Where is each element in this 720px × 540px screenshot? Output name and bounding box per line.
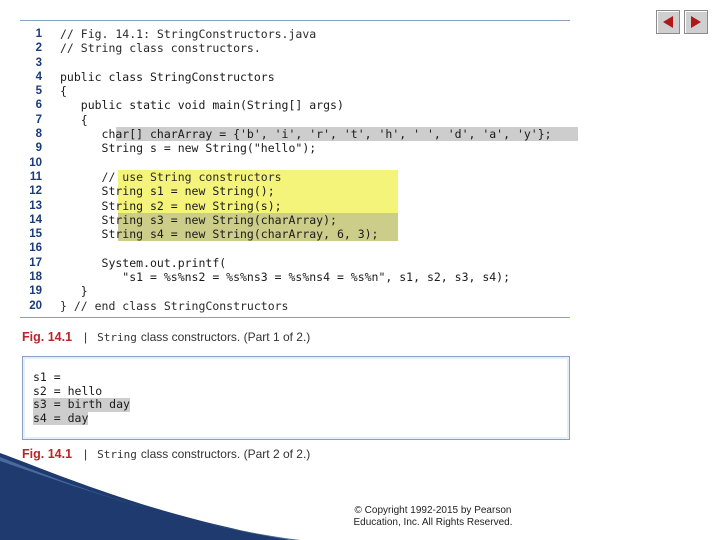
code-text: // Fig. 14.1: StringConstructors.java: [60, 27, 317, 41]
code-text: }: [60, 284, 88, 299]
code-text: System.out.printf(: [60, 255, 227, 270]
code-line: 9 String s = new String("hello");: [20, 141, 570, 155]
code-line: 4 public class StringConstructors: [20, 70, 570, 84]
previous-slide-button[interactable]: [656, 10, 680, 34]
left-arrow-icon: [663, 16, 673, 28]
code-line: 6 public static void main(String[] args): [20, 98, 570, 112]
code-text: // use String constructors: [60, 169, 282, 184]
code-line: 10: [20, 156, 570, 170]
line-number: 14: [29, 213, 42, 226]
output-line: s2 = hello: [33, 383, 103, 398]
code-line: 11 // use String constructors: [20, 169, 570, 185]
line-number: 12: [29, 185, 42, 198]
code-line: 20 } // end class StringConstructors: [20, 299, 570, 313]
code-text: public static void main(String[] args): [60, 98, 344, 113]
code-divider: [20, 316, 570, 318]
code-text: } // end class StringConstructors: [60, 298, 289, 313]
line-number: 16: [29, 242, 42, 255]
line-number: 18: [29, 271, 42, 284]
figure-caption-part1: Fig. 14.1 | String class constructors. (…: [22, 330, 310, 344]
caption-text: class constructors. (Part 1 of 2.): [140, 330, 311, 344]
next-slide-button[interactable]: [684, 10, 708, 34]
code-line: 7 {: [20, 113, 570, 127]
slide-navigation: [656, 10, 708, 34]
code-text: "s1 = %s%ns2 = %s%ns3 = %s%ns4 = %s%n", …: [60, 270, 511, 285]
right-arrow-icon: [691, 16, 701, 28]
line-number: 8: [35, 128, 42, 141]
code-text: {: [60, 112, 88, 127]
line-number: 10: [29, 156, 42, 169]
code-text: String s2 = new String(s);: [60, 198, 282, 213]
program-output: s1 = s2 = hello s3 = birth day s4 = day: [22, 356, 570, 440]
code-line: 3: [20, 56, 570, 70]
code-line: 1 // Fig. 14.1: StringConstructors.java: [20, 27, 570, 41]
code-line: 8 char[] charArray = {'b', 'i', 'r', 't'…: [20, 127, 578, 142]
copyright-notice: © Copyright 1992-2015 by Pearson Educati…: [338, 505, 528, 529]
code-text: // String class constructors.: [60, 41, 261, 56]
caption-code: String: [97, 330, 137, 344]
code-line: 19 }: [20, 284, 570, 298]
line-number: 13: [29, 199, 42, 212]
line-number: 20: [29, 299, 42, 312]
code-line: 5{: [20, 84, 570, 98]
code-line: 16: [20, 241, 570, 255]
output-line: s4 = day: [33, 410, 89, 425]
code-text: String s1 = new String();: [60, 184, 275, 199]
code-line: 15 String s4 = new String(charArray, 6, …: [20, 227, 570, 242]
line-number: 7: [35, 113, 42, 126]
line-number: 2: [35, 42, 42, 55]
line-number: 11: [29, 170, 42, 183]
code-line: 13 String s2 = new String(s);: [20, 198, 570, 213]
caption-separator: |: [84, 330, 88, 344]
code-line: 17 System.out.printf(: [20, 256, 570, 270]
line-number: 15: [29, 228, 42, 241]
code-text: String s = new String("hello");: [60, 141, 317, 156]
line-number: 17: [29, 256, 42, 269]
code-text: char[] charArray = {'b', 'i', 'r', 't', …: [60, 127, 552, 142]
line-number: 4: [35, 70, 42, 83]
code-line: 18 "s1 = %s%ns2 = %s%ns3 = %s%ns4 = %s%n…: [20, 270, 570, 284]
line-number: 3: [35, 56, 42, 69]
code-line: 12 String s1 = new String();: [20, 184, 570, 199]
code-text: String s3 = new String(charArray);: [60, 212, 337, 227]
copyright-line: Education, Inc. All Rights Reserved.: [353, 517, 513, 528]
code-line: 14 String s3 = new String(charArray);: [20, 212, 570, 228]
output-line: s3 = birth day: [33, 397, 130, 412]
decorative-swoosh: [0, 453, 300, 540]
code-listing: 1 // Fig. 14.1: StringConstructors.java 2…: [20, 20, 578, 318]
code-line: 2 // String class constructors.: [20, 41, 570, 55]
copyright-line: © Copyright 1992-2015 by Pearson: [354, 505, 512, 516]
line-number: 1: [35, 28, 42, 40]
code-text: {: [60, 84, 67, 99]
line-number: 19: [29, 285, 42, 298]
line-number: 9: [35, 142, 42, 155]
code-text: public class StringConstructors: [60, 69, 275, 84]
output-line: s1 =: [33, 370, 61, 384]
line-number: 6: [35, 99, 42, 112]
line-number: 5: [35, 85, 42, 98]
figure-number: Fig. 14.1: [22, 330, 73, 344]
code-text: String s4 = new String(charArray, 6, 3);: [60, 227, 379, 242]
